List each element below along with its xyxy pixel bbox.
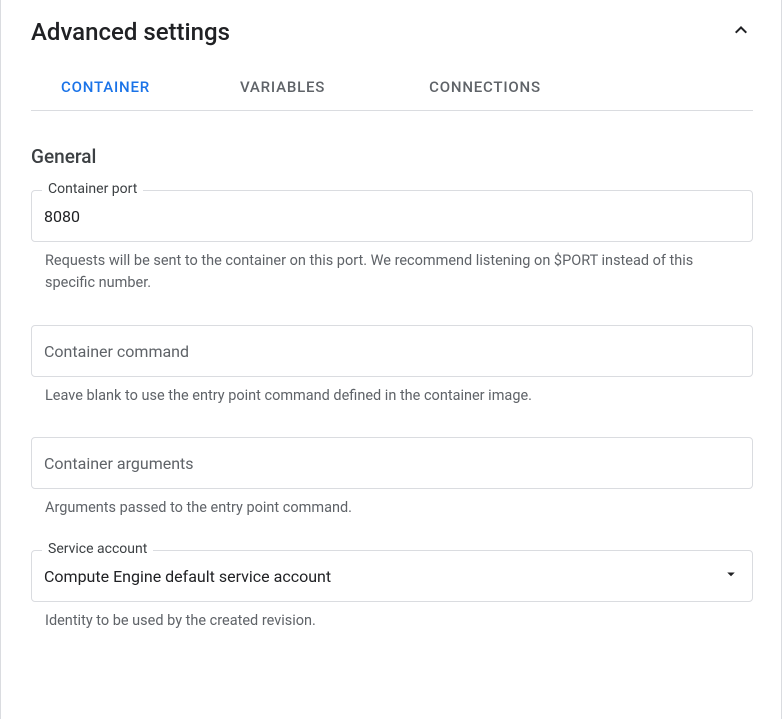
chevron-up-icon <box>729 18 753 46</box>
container-args-input[interactable] <box>32 438 752 488</box>
dropdown-arrow-icon <box>722 565 752 587</box>
container-command-helper: Leave blank to use the entry point comma… <box>31 385 753 407</box>
tab-variables[interactable]: VARIABLES <box>180 64 385 110</box>
service-account-helper: Identity to be used by the created revis… <box>31 610 753 632</box>
service-account-value: Compute Engine default service account <box>32 551 722 601</box>
page-title: Advanced settings <box>31 18 230 46</box>
service-account-label: Service account <box>42 541 153 557</box>
container-args-helper: Arguments passed to the entry point comm… <box>31 497 753 519</box>
service-account-field[interactable]: Service account Compute Engine default s… <box>31 550 753 602</box>
container-port-label: Container port <box>42 181 143 197</box>
container-port-field[interactable]: Container port <box>31 190 753 242</box>
container-port-input[interactable] <box>32 191 752 241</box>
advanced-settings-header[interactable]: Advanced settings <box>31 18 753 58</box>
container-args-field[interactable] <box>31 437 753 489</box>
section-general-title: General <box>31 145 753 168</box>
container-command-input[interactable] <box>32 326 752 376</box>
tab-container[interactable]: CONTAINER <box>31 64 180 110</box>
tabs: CONTAINER VARIABLES CONNECTIONS <box>31 64 753 111</box>
container-port-helper: Requests will be sent to the container o… <box>31 250 753 295</box>
tab-connections[interactable]: CONNECTIONS <box>385 64 571 110</box>
container-command-field[interactable] <box>31 325 753 377</box>
